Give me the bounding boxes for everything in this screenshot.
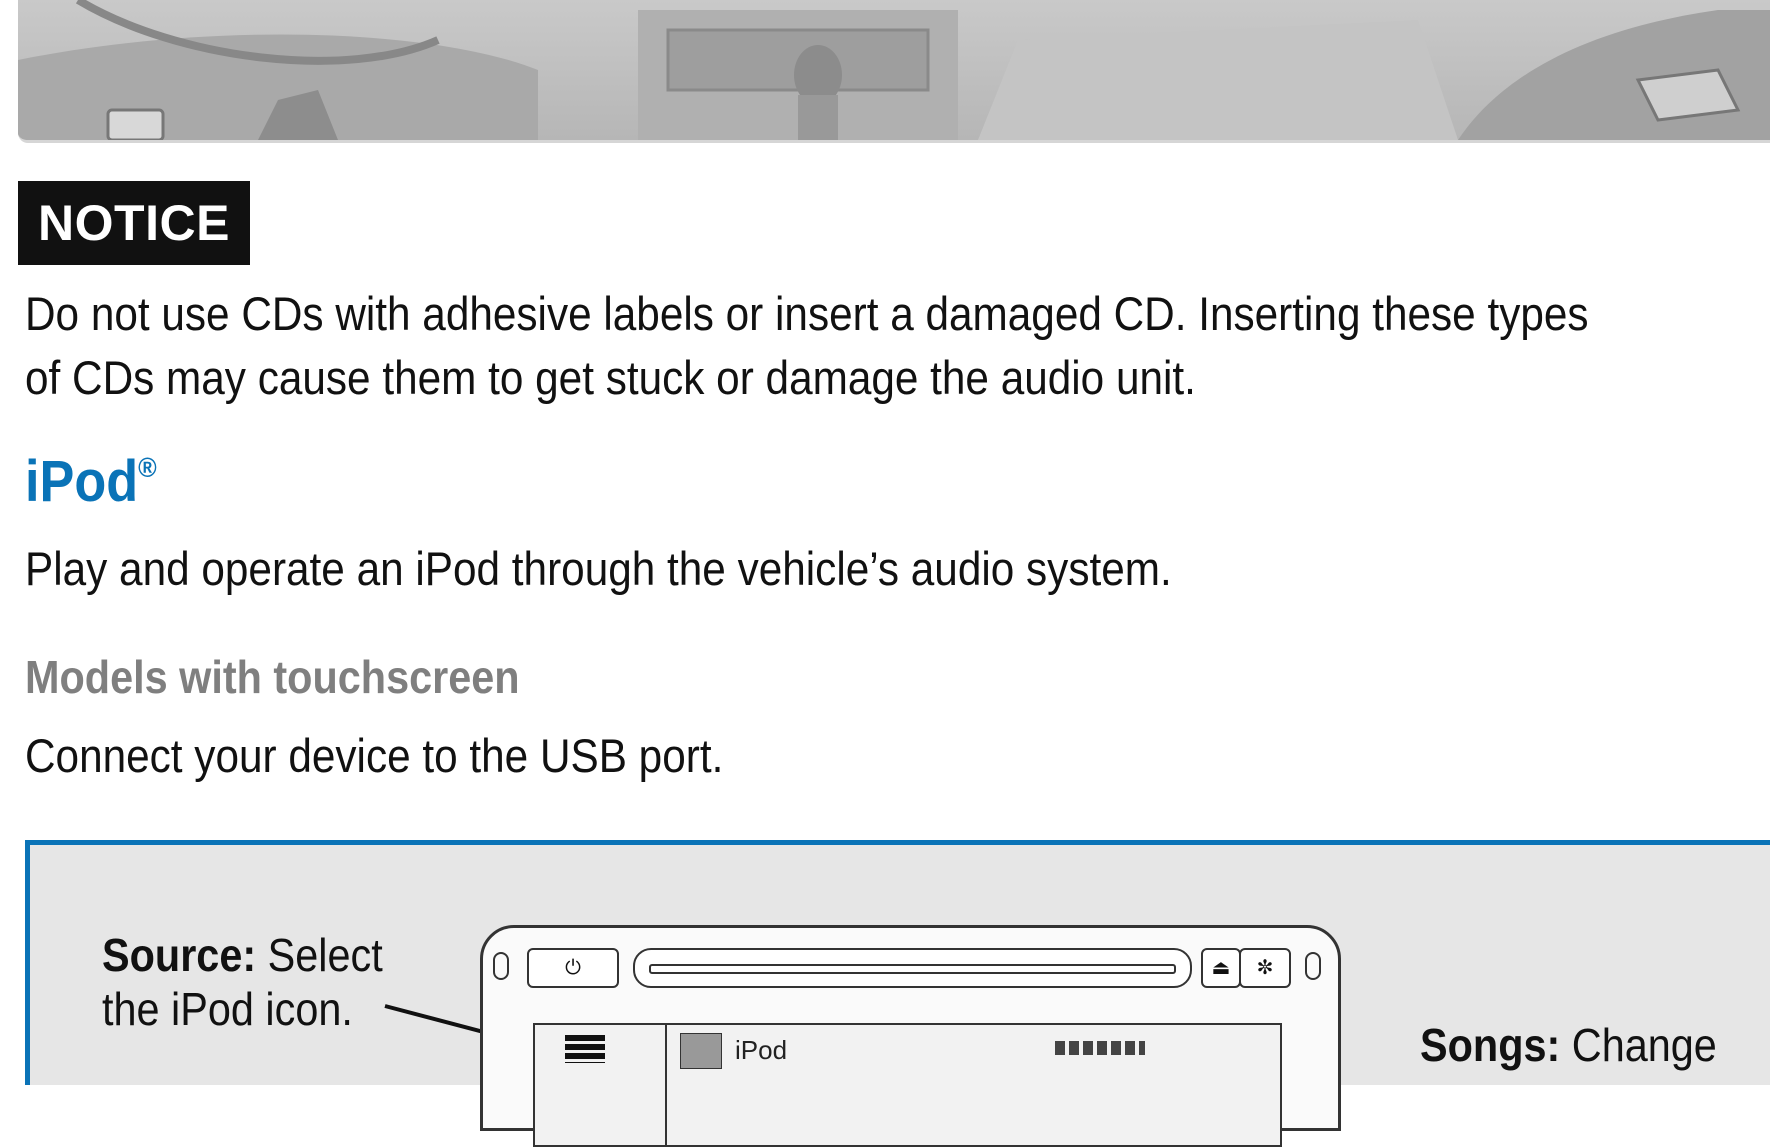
songs-callout-label: Songs: [1420,1019,1561,1071]
screen-divider [665,1025,667,1145]
callout-leader-line [384,1004,591,1060]
status-icons [1055,1041,1145,1055]
disc-slot-inner [649,964,1176,974]
unit-screen: iPod [533,1023,1282,1147]
brightness-button[interactable]: ✼ [1239,948,1291,988]
power-button[interactable]: ⏻ [527,948,619,988]
songs-callout: Songs: Change [1420,1018,1717,1072]
eject-button[interactable]: ⏏ [1201,948,1241,988]
brightness-icon: ✼ [1256,957,1274,979]
songs-callout-text: Change [1560,1019,1717,1071]
power-icon: ⏻ [565,957,581,979]
disc-slot [633,948,1192,988]
music-note-icon [680,1033,722,1069]
audio-head-unit: ⏻ ⏏ ✼ iPod [480,925,1341,1147]
knob-right [1305,952,1321,980]
knob-left [493,952,509,980]
menu-grid-icon[interactable] [565,1035,605,1063]
screen-source-label: iPod [735,1035,788,1065]
eject-icon: ⏏ [1211,957,1231,979]
